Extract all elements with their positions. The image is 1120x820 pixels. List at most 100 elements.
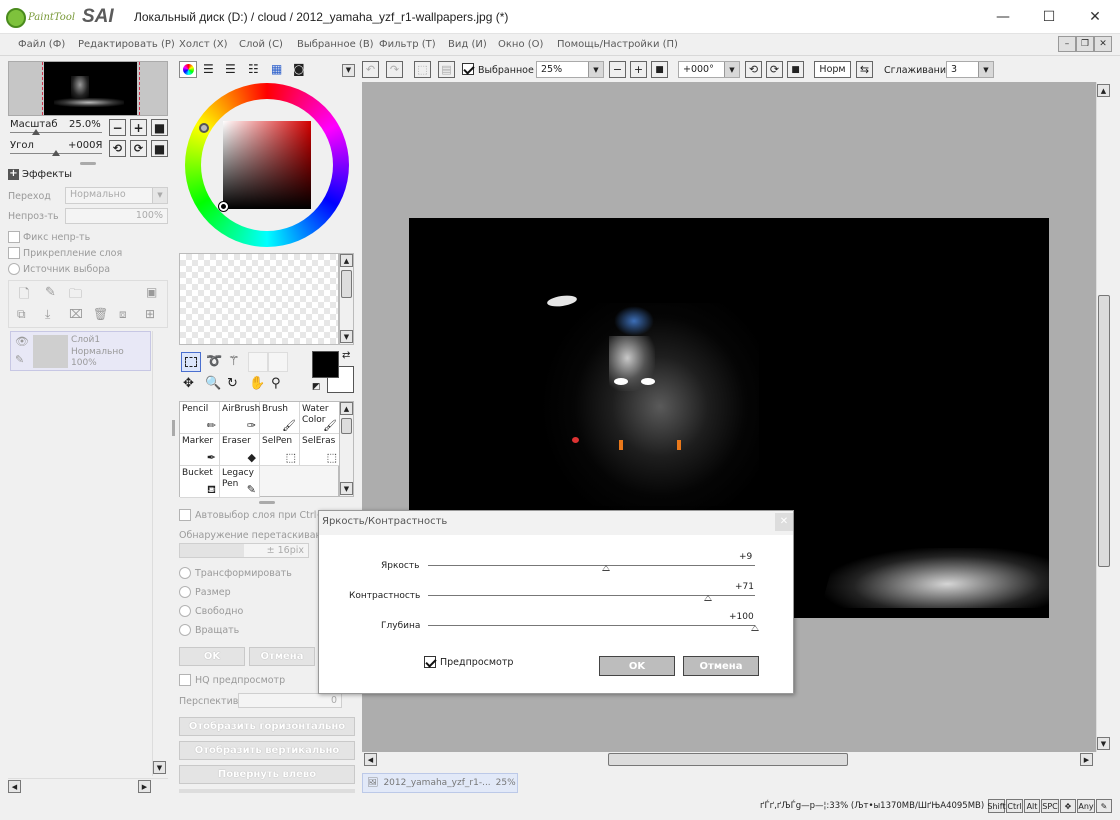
redo-icon[interactable]: ↷ xyxy=(386,61,403,78)
scratchpad-area[interactable] xyxy=(179,253,339,345)
drag-detect-field[interactable]: ± 16pix xyxy=(179,543,309,558)
tool-brush[interactable]: Brush 🖌 xyxy=(260,402,300,434)
menu-view[interactable]: Вид (И) xyxy=(448,39,487,50)
free-radio[interactable] xyxy=(179,605,191,617)
maximize-button[interactable]: ☐ xyxy=(1026,0,1072,34)
zoom-reset-button[interactable]: ■ xyxy=(151,119,168,136)
swap-colors-icon[interactable]: ⇄ xyxy=(342,350,350,361)
move-icon[interactable]: ✥ xyxy=(183,376,194,391)
menu-edit[interactable]: Редактировать (Р) xyxy=(78,39,175,50)
menu-selection[interactable]: Выбранное (В) xyxy=(297,39,374,50)
left-panel-splitter[interactable] xyxy=(172,420,175,436)
new-layer-icon[interactable]: 🗋 xyxy=(19,285,29,307)
rotate-cw-icon[interactable]: ⟳ xyxy=(766,61,783,78)
angle-slider-thumb[interactable] xyxy=(52,150,60,156)
contrast-slider-thumb[interactable] xyxy=(703,595,712,601)
flip-view-icon[interactable]: ⇆ xyxy=(856,61,873,78)
color-mixer-icon[interactable]: ☷ xyxy=(248,62,259,76)
panel-splitter[interactable] xyxy=(80,162,96,165)
clip-layer-checkbox[interactable] xyxy=(8,247,20,259)
transform-radio[interactable] xyxy=(179,567,191,579)
zoom-in-button[interactable]: + xyxy=(130,119,147,136)
rotate-ccw-icon[interactable]: ⟲ xyxy=(109,140,126,157)
lock-opacity-checkbox[interactable] xyxy=(8,231,20,243)
resize-radio[interactable] xyxy=(179,586,191,598)
depth-slider[interactable] xyxy=(428,625,755,626)
default-colors-icon[interactable]: ◩ xyxy=(312,382,321,392)
menu-layer[interactable]: Слой (С) xyxy=(239,39,283,50)
tool-selpen[interactable]: SelPen ⬚ xyxy=(260,434,300,466)
tool-pencil[interactable]: Pencil ✏ xyxy=(180,402,220,434)
clear-layer-icon[interactable]: ⌧ xyxy=(69,307,83,321)
effects-expand-icon[interactable]: + xyxy=(8,169,19,180)
transform-cancel-button[interactable]: Отмена xyxy=(249,647,315,666)
layer-mask-icon[interactable]: ▣ xyxy=(146,285,157,299)
menu-canvas[interactable]: Холст (Х) xyxy=(179,39,228,50)
hand-icon[interactable]: ✋ xyxy=(249,376,265,391)
tool-watercolor[interactable]: Water Color 🖌 xyxy=(300,402,340,434)
navigator-preview[interactable] xyxy=(8,61,168,116)
rgb-slider-icon[interactable]: ☰ xyxy=(203,62,214,76)
zoom-slider-thumb[interactable] xyxy=(32,129,40,135)
dialog-cancel-button[interactable]: Отмена xyxy=(683,656,759,676)
toolbar-zoom-out-button[interactable]: − xyxy=(609,61,626,78)
tool-eraser[interactable]: Eraser ◆ xyxy=(220,434,260,466)
perspective-field[interactable]: 0 xyxy=(238,693,342,708)
tool-seleras[interactable]: SelEras ⬚ xyxy=(300,434,340,466)
panel-menu-chevron-down-icon[interactable]: ▼ xyxy=(342,64,355,77)
brightness-slider[interactable] xyxy=(428,565,755,566)
rotate-radio[interactable] xyxy=(179,624,191,636)
layer-item[interactable]: 👁 ✎ Слой1 Нормально 100% xyxy=(10,331,151,371)
mdi-minimize-button[interactable]: – xyxy=(1058,36,1076,52)
rect-select-tool[interactable] xyxy=(181,352,201,372)
new-folder-icon[interactable]: 🗀 xyxy=(69,285,82,307)
close-button[interactable]: ✕ xyxy=(1072,0,1118,34)
scroll-left-icon[interactable]: ◀ xyxy=(8,780,21,793)
invert-selection-icon[interactable]: ▤ xyxy=(438,61,455,78)
menu-file[interactable]: Файл (Ф) xyxy=(18,39,65,50)
scroll-up-icon[interactable]: ▲ xyxy=(1097,84,1110,97)
scroll-left-icon[interactable]: ◀ xyxy=(364,753,377,766)
scroll-thumb[interactable] xyxy=(341,418,352,434)
toolbar-zoom-reset-button[interactable]: ■ xyxy=(651,61,668,78)
tool-grid-scrollbar[interactable]: ▲ ▼ xyxy=(339,401,354,497)
scroll-right-icon[interactable]: ▶ xyxy=(138,780,151,793)
mdi-close-button[interactable]: ✕ xyxy=(1094,36,1112,52)
menu-window[interactable]: Окно (О) xyxy=(498,39,543,50)
rotate-reset-button[interactable]: ■ xyxy=(151,140,168,157)
tool-bucket[interactable]: Bucket ⛾ xyxy=(180,466,220,498)
zoom-combo[interactable]: 25% ▼ xyxy=(536,61,604,78)
layer-h-scrollbar[interactable]: ◀ ▶ xyxy=(8,778,168,793)
auto-select-checkbox[interactable] xyxy=(179,509,191,521)
primary-color-swatch[interactable] xyxy=(312,351,339,378)
scratchpad-icon[interactable]: ◙ xyxy=(293,62,305,76)
dialog-ok-button[interactable]: OK xyxy=(599,656,675,676)
hsv-slider-icon[interactable]: ☰ xyxy=(225,62,236,76)
menu-filter[interactable]: Фильтр (Т) xyxy=(379,39,436,50)
minimize-button[interactable]: — xyxy=(980,0,1026,34)
brightness-slider-thumb[interactable] xyxy=(602,565,611,571)
scroll-thumb[interactable] xyxy=(1098,295,1110,567)
scroll-down-icon[interactable]: ▼ xyxy=(340,330,353,343)
merge-visible-icon[interactable]: ⧈ xyxy=(119,307,127,322)
dialog-close-icon[interactable]: ✕ xyxy=(775,513,793,531)
tool-airbrush[interactable]: AirBrush ✑ xyxy=(220,402,260,434)
show-selection-checkbox[interactable] xyxy=(462,63,474,75)
hue-picker-handle[interactable] xyxy=(199,123,209,133)
selection-source-radio[interactable] xyxy=(8,263,20,275)
deselect-icon[interactable]: ⬚ xyxy=(414,61,431,78)
rotate-tool-icon[interactable]: ↻ xyxy=(227,376,238,391)
view-mode-button[interactable]: Норм xyxy=(814,61,851,78)
sv-picker-handle[interactable] xyxy=(219,202,228,211)
smoothing-combo[interactable]: 3 ▼ xyxy=(946,61,994,78)
copy-layer-icon[interactable]: ⧉ xyxy=(17,307,26,322)
document-tab[interactable]: 🖼 2012_yamaha_yzf_r1-... 25% xyxy=(362,773,518,793)
new-linked-layer-icon[interactable]: ✎ xyxy=(45,285,56,300)
rotate-ccw-icon[interactable]: ⟲ xyxy=(745,61,762,78)
panel-splitter[interactable] xyxy=(259,501,275,504)
tool-marker[interactable]: Marker ✒ xyxy=(180,434,220,466)
rotate-left-button[interactable]: Повернуть влево xyxy=(179,765,355,784)
delete-layer-icon[interactable]: 🗑 xyxy=(93,307,108,321)
depth-slider-thumb[interactable] xyxy=(751,625,759,631)
zoom-out-button[interactable]: − xyxy=(109,119,126,136)
